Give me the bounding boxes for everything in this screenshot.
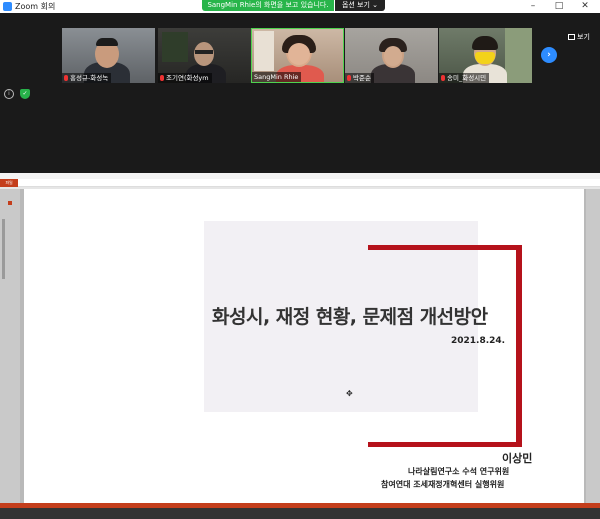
slide-title: 화성시, 재정 현황, 문제점 개선방안 (212, 306, 488, 328)
ppt-status-bar (0, 503, 600, 519)
red-bracket-side (516, 245, 522, 447)
maximize-button[interactable]: □ (548, 0, 570, 13)
participant-name: 박준순 (345, 73, 374, 83)
slide-marker-icon (8, 201, 12, 205)
red-bracket-bottom (368, 442, 522, 447)
scrollbar (2, 219, 5, 279)
muted-mic-icon (441, 75, 445, 81)
participant-tile[interactable]: 박준순 (345, 28, 438, 83)
cursor-icon: ✥ (346, 389, 353, 398)
participant-name: 홍성규-화성녹 (62, 73, 112, 83)
view-button-label: 보기 (577, 33, 590, 41)
zoom-app-icon (3, 2, 12, 11)
slide-date: 2021.8.24. (451, 336, 506, 346)
grid-view-icon (568, 34, 575, 40)
participant-name: 조기연(화성ym (158, 73, 212, 83)
ppt-left-panel (0, 189, 20, 515)
shared-screen: 파일 화성시, 재정 현황, 문제점 개선방안 2021.8.24. 이상민 나… (0, 173, 600, 519)
ppt-file-tab: 파일 (0, 179, 18, 187)
ppt-right-panel (586, 189, 600, 515)
next-page-button[interactable]: › (541, 47, 557, 63)
status-bar-accent (0, 503, 600, 508)
participant-name: SangMin Rhie (252, 72, 302, 82)
participant-tile-active-speaker[interactable]: SangMin Rhie (251, 28, 344, 83)
presenter-affiliation-1: 나라살림연구소 수석 연구위원 (408, 467, 510, 476)
share-status-text: SangMin Rhie의 화면을 보고 있습니다. (202, 0, 334, 11)
participant-tile[interactable]: 홍성규-화성녹 (62, 28, 155, 83)
security-shield-icon[interactable]: ✓ (20, 89, 30, 99)
muted-mic-icon (347, 75, 351, 81)
presentation-slide: 화성시, 재정 현황, 문제점 개선방안 2021.8.24. 이상민 나라살림… (24, 189, 584, 503)
view-options-button[interactable]: 옵션 보기 ⌄ (335, 0, 385, 11)
close-button[interactable]: ✕ (574, 0, 596, 13)
participant-tile[interactable]: 송미_화성시민 (439, 28, 532, 83)
participant-tile[interactable]: 조기연(화성ym (158, 28, 251, 83)
view-button[interactable]: 보기 (568, 32, 590, 42)
presenter-name: 이상민 (502, 452, 533, 465)
muted-mic-icon (64, 75, 68, 81)
red-bracket-top (368, 245, 522, 250)
muted-mic-icon (160, 75, 164, 81)
ppt-ribbon-tabs: 파일 (0, 179, 600, 187)
minimize-button[interactable]: – (522, 0, 544, 13)
presenter-affiliation-2: 참여연대 조세재정개혁센터 실행위원 (381, 480, 505, 489)
screen-share-banner: SangMin Rhie의 화면을 보고 있습니다. 옵션 보기 ⌄ (202, 0, 385, 11)
participant-name: 송미_화성시민 (439, 73, 490, 83)
participant-gallery: 보기 홍성규-화성녹 조기연(화성ym SangMin Rhie 박준순 송미_… (0, 13, 600, 173)
meeting-info-icon[interactable]: i (4, 89, 14, 99)
window-title: Zoom 회의 (15, 2, 56, 11)
chevron-right-icon: › (547, 50, 551, 60)
